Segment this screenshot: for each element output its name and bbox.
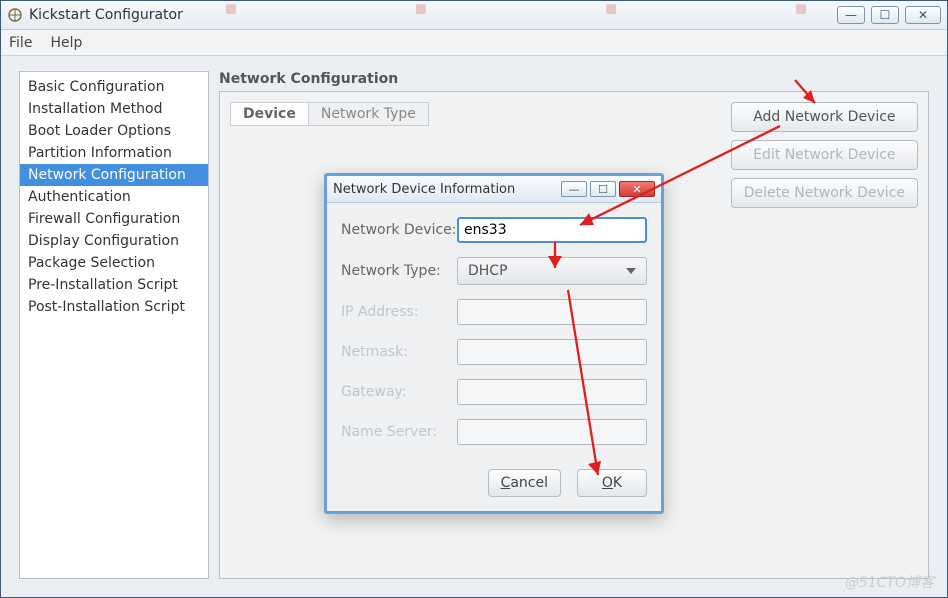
sidebar-item-boot-loader-options[interactable]: Boot Loader Options [20,120,208,142]
device-action-buttons: Add Network Device Edit Network Device D… [731,102,918,208]
watermark: @51CTO博客 [845,572,934,592]
tab-network-type[interactable]: Network Type [309,103,428,125]
cancel-mnemonic: C [501,475,511,491]
cancel-button[interactable]: Cancel [488,469,561,497]
dialog-button-row: Cancel OK [327,463,661,511]
ok-mnemonic: O [602,475,613,491]
input-name-server [457,419,647,445]
row-gateway: Gateway: [341,379,647,405]
sidebar-item-package-selection[interactable]: Package Selection [20,252,208,274]
sidebar-item-pre-installation-script[interactable]: Pre-Installation Script [20,274,208,296]
background-tab-strip [226,4,806,14]
dialog-close-button[interactable]: ✕ [619,181,655,197]
cancel-rest: ancel [510,475,548,491]
menu-file[interactable]: File [9,35,32,51]
ok-button[interactable]: OK [577,469,647,497]
sidebar-item-post-installation-script[interactable]: Post-Installation Script [20,296,208,318]
add-network-device-button[interactable]: Add Network Device [731,102,918,132]
sidebar-item-network-configuration[interactable]: Network Configuration [20,164,208,186]
dialog-window-controls: — ☐ ✕ [561,181,655,197]
sidebar: Basic Configuration Installation Method … [19,71,209,579]
input-gateway [457,379,647,405]
dropdown-network-type[interactable]: DHCP [457,257,647,285]
label-network-device: Network Device: [341,222,457,238]
label-network-type: Network Type: [341,263,457,279]
dialog-minimize-button[interactable]: — [561,181,587,197]
sidebar-item-authentication[interactable]: Authentication [20,186,208,208]
tab-device[interactable]: Device [231,103,309,125]
label-ip-address: IP Address: [341,304,457,320]
input-netmask [457,339,647,365]
row-ip-address: IP Address: [341,299,647,325]
sidebar-item-firewall-configuration[interactable]: Firewall Configuration [20,208,208,230]
app-icon [7,7,23,23]
row-name-server: Name Server: [341,419,647,445]
menu-bar: File Help [1,30,947,56]
row-network-device: Network Device: [341,217,647,243]
dialog-titlebar[interactable]: Network Device Information — ☐ ✕ [327,176,661,203]
row-network-type: Network Type: DHCP [341,257,647,285]
input-network-device[interactable] [457,217,647,243]
close-button[interactable]: ✕ [905,6,941,24]
dialog-body: Network Device: Network Type: DHCP IP Ad… [327,203,661,463]
window-titlebar[interactable]: Kickstart Configurator — ☐ ✕ [1,1,947,30]
window-title: Kickstart Configurator [29,7,183,23]
input-ip-address [457,299,647,325]
window-controls: — ☐ ✕ [837,6,941,24]
dropdown-network-type-value: DHCP [468,263,508,279]
dialog-title: Network Device Information [333,182,515,197]
sidebar-item-partition-information[interactable]: Partition Information [20,142,208,164]
label-netmask: Netmask: [341,344,457,360]
tab-strip: Device Network Type [230,102,429,126]
maximize-button[interactable]: ☐ [871,6,899,24]
delete-network-device-button: Delete Network Device [731,178,918,208]
label-gateway: Gateway: [341,384,457,400]
row-netmask: Netmask: [341,339,647,365]
ok-rest: K [613,475,622,491]
section-title: Network Configuration [219,71,929,87]
network-device-dialog: Network Device Information — ☐ ✕ Network… [324,173,664,514]
sidebar-item-basic-configuration[interactable]: Basic Configuration [20,76,208,98]
label-name-server: Name Server: [341,424,457,440]
sidebar-item-installation-method[interactable]: Installation Method [20,98,208,120]
chevron-down-icon [626,268,636,274]
edit-network-device-button: Edit Network Device [731,140,918,170]
sidebar-item-display-configuration[interactable]: Display Configuration [20,230,208,252]
minimize-button[interactable]: — [837,6,865,24]
dialog-maximize-button[interactable]: ☐ [590,181,616,197]
menu-help[interactable]: Help [50,35,82,51]
